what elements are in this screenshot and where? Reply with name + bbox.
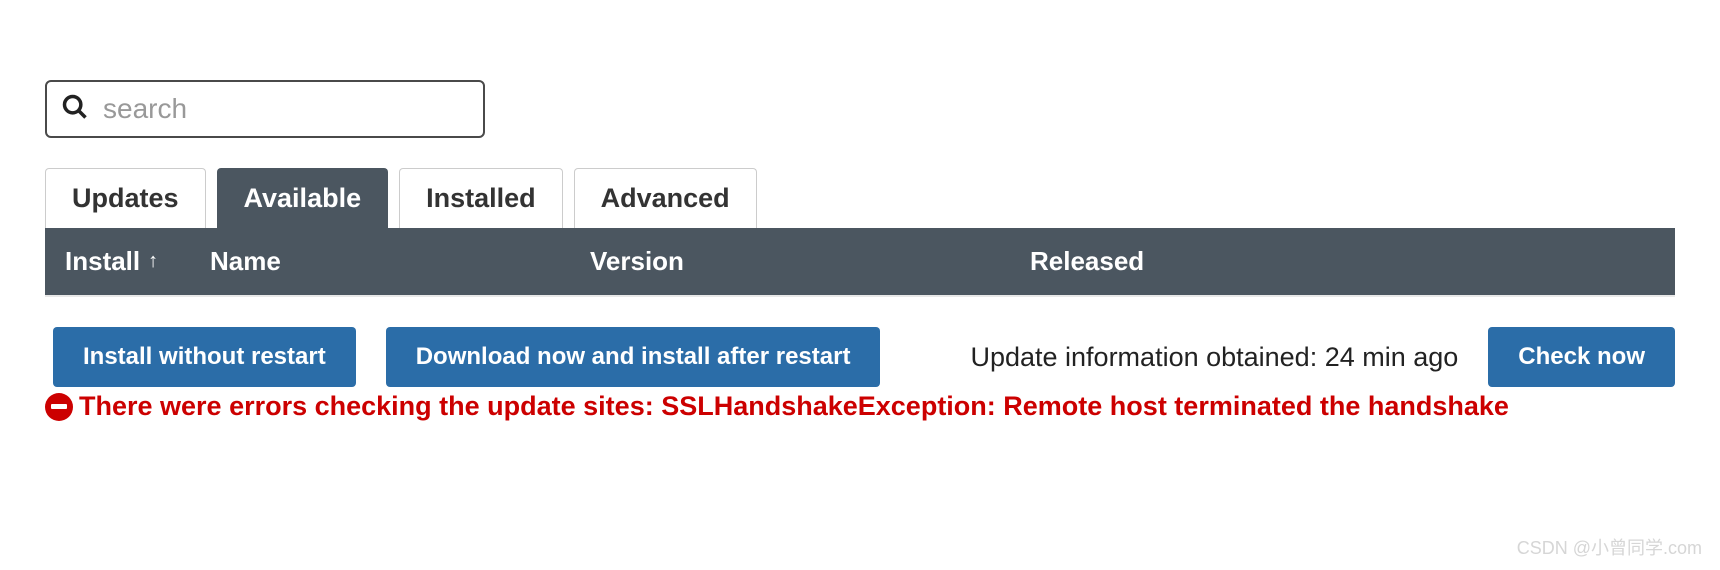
column-install-label: Install (65, 246, 140, 277)
tab-installed[interactable]: Installed (399, 168, 563, 228)
update-info-status: Update information obtained: 24 min ago (970, 342, 1458, 373)
tab-updates[interactable]: Updates (45, 168, 206, 228)
column-name[interactable]: Name (210, 246, 590, 277)
check-now-button[interactable]: Check now (1488, 327, 1675, 387)
column-version[interactable]: Version (590, 246, 1030, 277)
search-box[interactable] (45, 80, 485, 138)
action-row: Install without restart Download now and… (45, 327, 1675, 387)
install-without-restart-button[interactable]: Install without restart (53, 327, 356, 387)
search-icon (61, 93, 89, 126)
column-install[interactable]: Install ↑ (65, 246, 210, 277)
column-released[interactable]: Released (1030, 246, 1655, 277)
watermark: CSDN @小曾同学.com (1517, 534, 1702, 560)
tab-available[interactable]: Available (217, 168, 389, 228)
error-message: There were errors checking the update si… (79, 391, 1509, 422)
error-icon (45, 393, 73, 421)
tabs-bar: Updates Available Installed Advanced (45, 168, 1675, 228)
error-row: There were errors checking the update si… (45, 391, 1675, 422)
search-input[interactable] (103, 93, 469, 125)
sort-ascending-icon: ↑ (148, 250, 158, 273)
download-install-after-restart-button[interactable]: Download now and install after restart (386, 327, 881, 387)
tab-advanced[interactable]: Advanced (574, 168, 757, 228)
table-header: Install ↑ Name Version Released (45, 228, 1675, 297)
